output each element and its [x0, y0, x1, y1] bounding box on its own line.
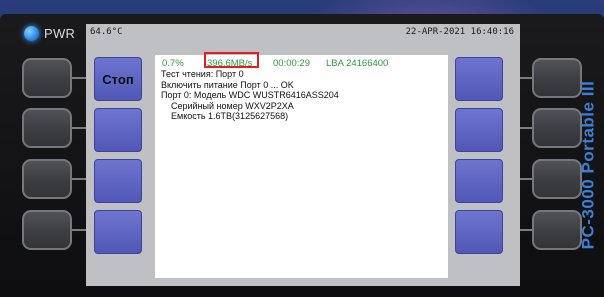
progress-percent: 0.7%: [162, 58, 184, 69]
lcd-screen: 64.6°C 22-APR-2021 16:40:16 Стоп 0.7% 39…: [86, 24, 520, 286]
test-output-panel: 0.7% 396.6MB/s 00:00:29 LBA 24166400 Тес…: [155, 52, 448, 278]
log-line: Серийный номер WXV2P2XA: [171, 100, 294, 111]
button-connector: [72, 77, 86, 79]
button-connector: [72, 127, 86, 129]
log-line: Емкость 1.6TB(3125627568): [171, 111, 289, 121]
soft-button-right-4[interactable]: [455, 210, 503, 254]
right-hardware-button-4[interactable]: [532, 210, 582, 250]
left-hardware-button-4[interactable]: [22, 210, 72, 250]
temperature-readout: 64.6°C: [90, 27, 123, 37]
screen-top-bar: 64.6°C 22-APR-2021 16:40:16: [86, 24, 520, 40]
soft-button-right-2[interactable]: [455, 108, 503, 152]
power-led-icon: [24, 26, 39, 41]
brand-name: PC-3000 Portable III: [578, 80, 598, 250]
right-hardware-button-1[interactable]: [532, 58, 582, 98]
soft-button-left-3[interactable]: [94, 159, 142, 203]
button-connector: [520, 178, 532, 180]
soft-button-left-4[interactable]: [94, 210, 142, 254]
elapsed-time: 00:00:29: [273, 58, 310, 69]
power-label: PWR: [44, 26, 76, 41]
log-line: Тест чтения: Порт 0: [161, 69, 244, 79]
log-line: Порт 0: Модель WDC WUSTR6416ASS204: [161, 90, 339, 100]
right-hardware-button-3[interactable]: [532, 159, 582, 199]
left-hardware-button-1[interactable]: [22, 58, 72, 98]
soft-button-right-3[interactable]: [455, 159, 503, 203]
button-connector: [72, 178, 86, 180]
log-output: Тест чтения: Порт 0 Включить питание Пор…: [161, 69, 339, 122]
left-hardware-button-2[interactable]: [22, 108, 72, 148]
brand-label: PC-3000 Portable III: [578, 40, 598, 290]
button-connector: [520, 77, 532, 79]
soft-button-left-2[interactable]: [94, 108, 142, 152]
left-hardware-button-3[interactable]: [22, 159, 72, 199]
button-connector: [520, 229, 532, 231]
speed-highlight-box: [204, 52, 259, 68]
soft-button-right-1[interactable]: [455, 57, 503, 101]
power-indicator: PWR: [24, 26, 75, 41]
datetime-readout: 22-APR-2021 16:40:16: [405, 27, 514, 37]
button-connector: [72, 229, 86, 231]
current-lba: LBA 24166400: [326, 58, 389, 69]
log-line: Включить питание Порт 0 ... OK: [161, 79, 294, 90]
right-hardware-button-2[interactable]: [532, 108, 582, 148]
button-connector: [520, 127, 532, 129]
stop-button[interactable]: Стоп: [94, 57, 142, 101]
